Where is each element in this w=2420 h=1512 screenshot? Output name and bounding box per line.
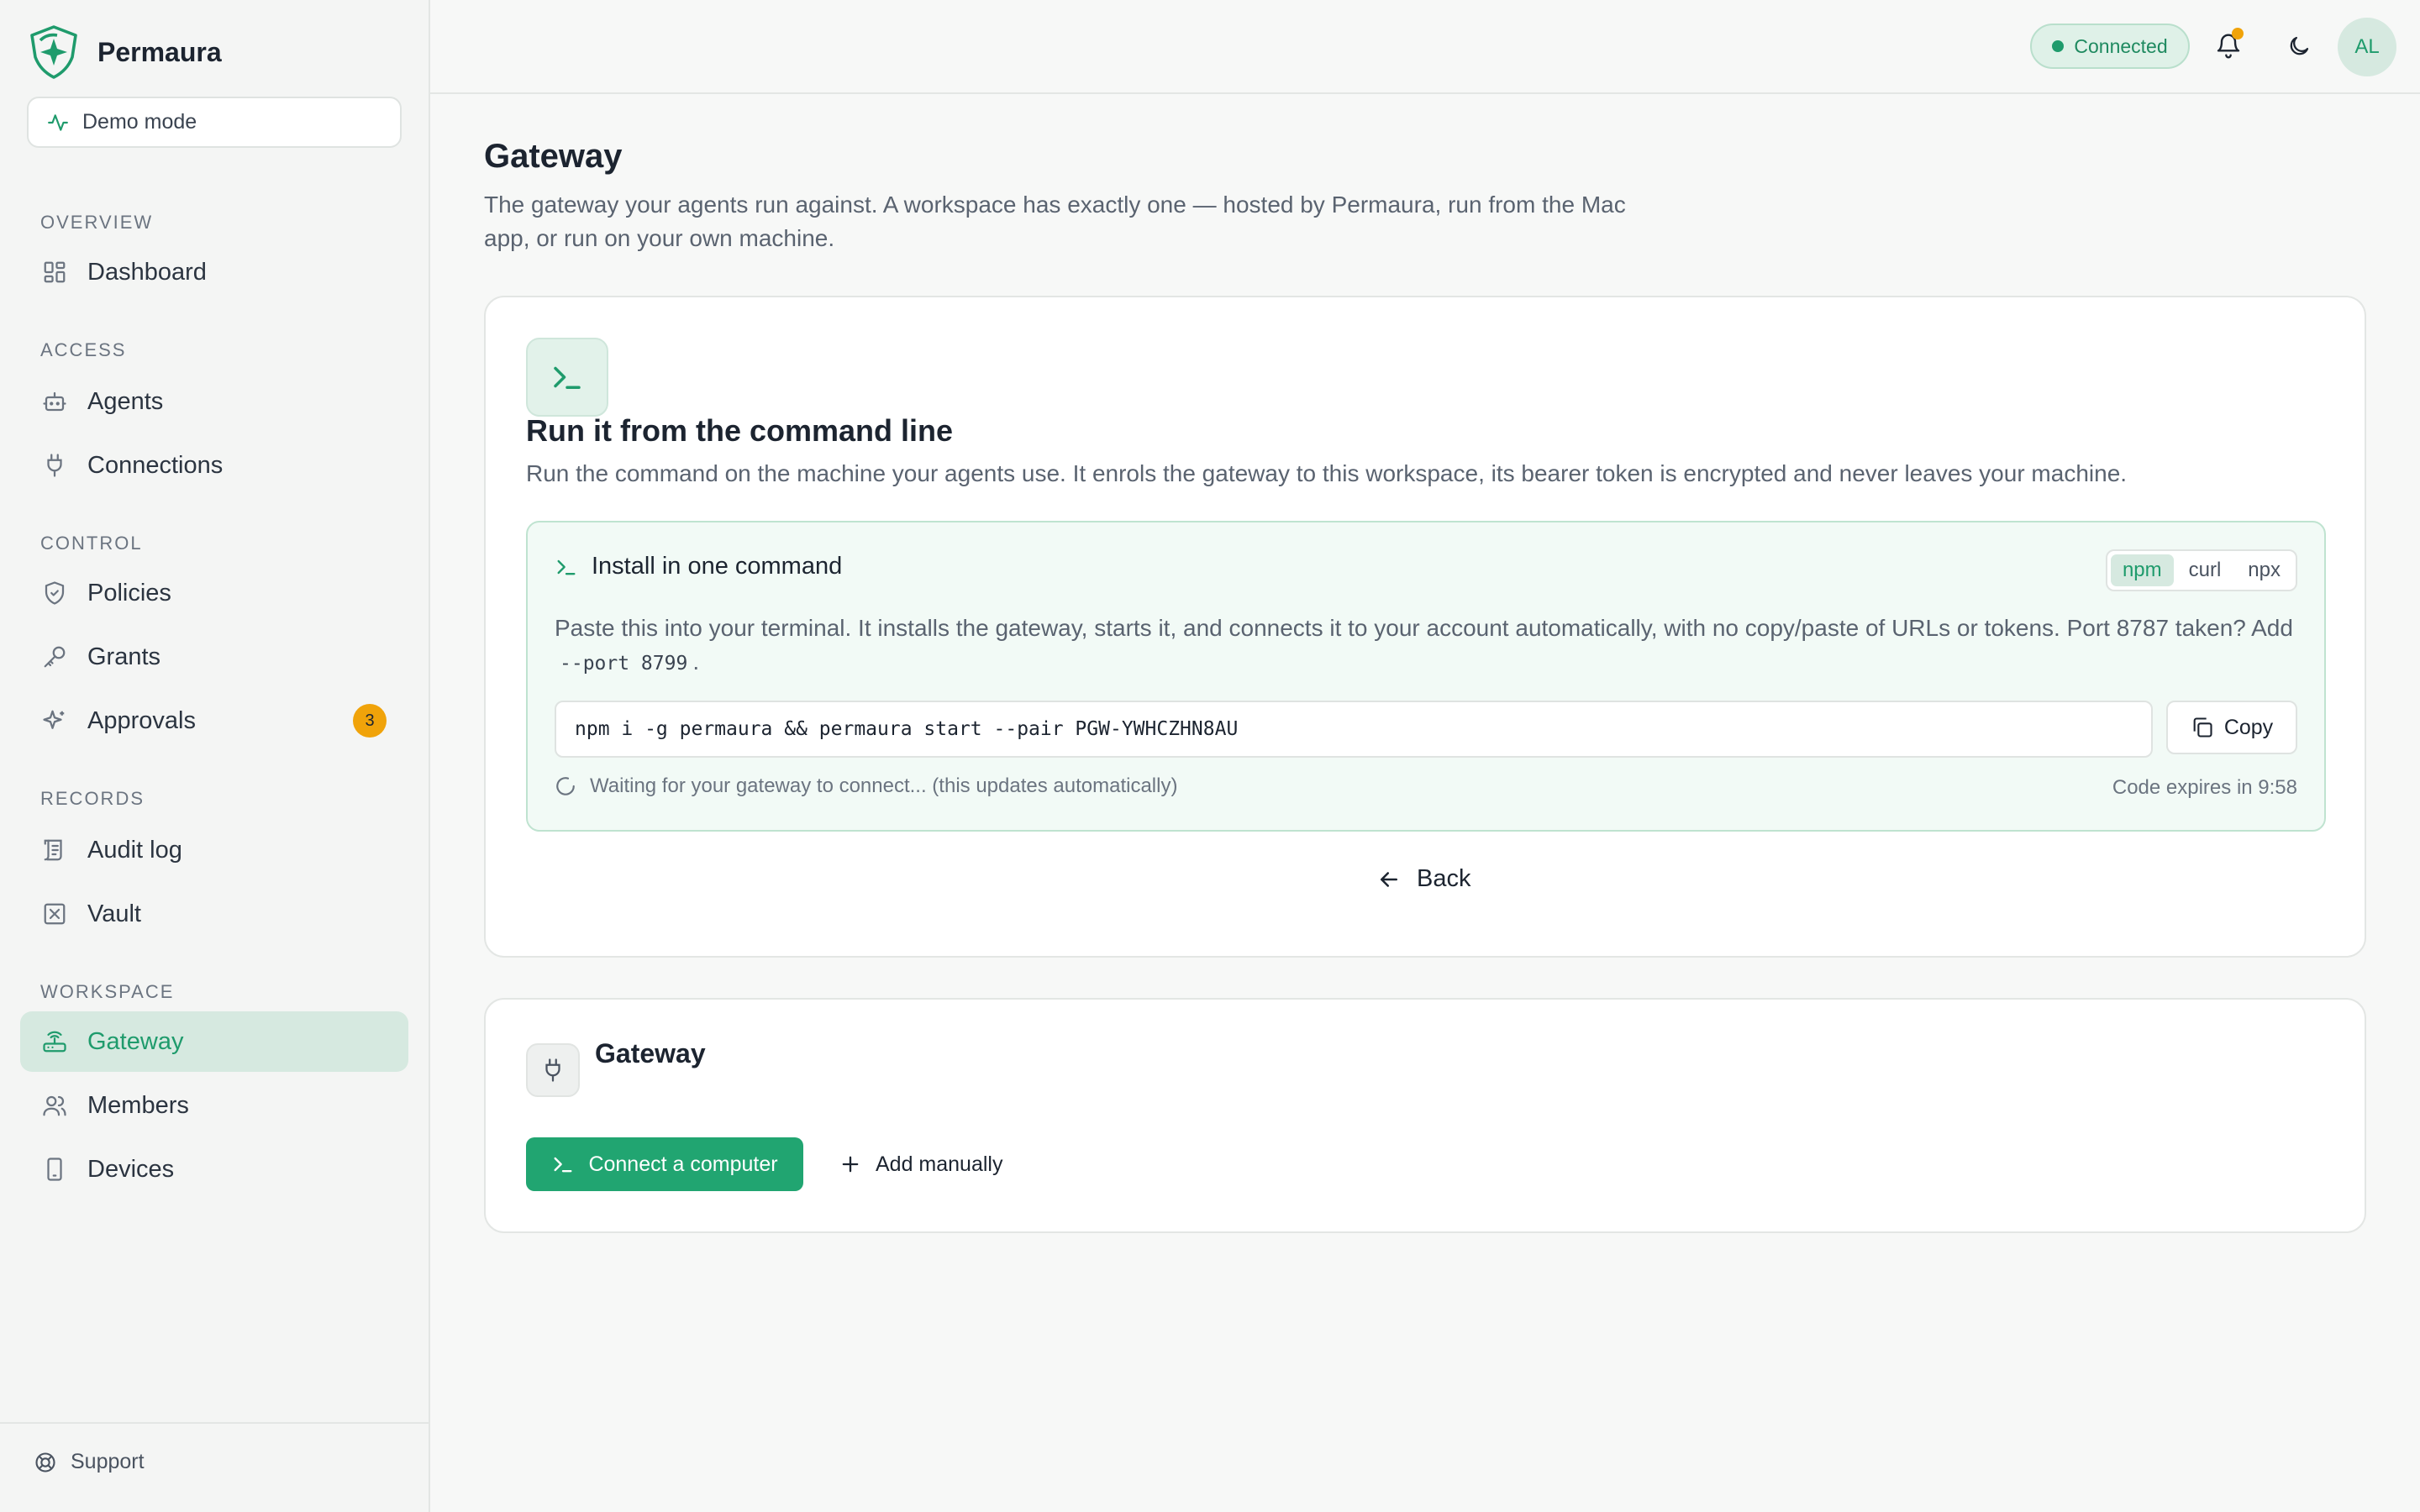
scroll-icon [42, 837, 67, 863]
add-manually-button[interactable]: Add manually [839, 1137, 1002, 1191]
notification-dot [2232, 28, 2244, 39]
sidebar-item-connections[interactable]: Connections [20, 435, 408, 496]
sidebar-item-label: Policies [87, 579, 171, 606]
notifications-button[interactable] [2208, 26, 2249, 66]
port-flag-code: --port 8799 [560, 653, 688, 675]
sidebar: Permaura Demo mode OVERVIEW Dashboard AC… [0, 0, 430, 1512]
brand[interactable]: Permaura [25, 24, 222, 81]
gateway-card-title: Gateway [595, 1038, 706, 1068]
sidebar-item-audit-log[interactable]: Audit log [20, 820, 408, 880]
router-icon [42, 1029, 67, 1054]
terminal-icon [551, 1152, 575, 1176]
users-icon [42, 1093, 67, 1118]
sidebar-item-label: Devices [87, 1155, 175, 1183]
cli-card-title: Run it from the command line [526, 413, 954, 448]
plug-icon [540, 1058, 566, 1083]
add-manually-label: Add manually [876, 1152, 1003, 1176]
gateway-card: Gateway Connect a computer Add manually [484, 998, 2366, 1233]
arrow-left-icon [1376, 867, 1402, 892]
terminal-icon [550, 360, 585, 395]
waiting-label: Waiting for your gateway to connect... (… [590, 774, 1178, 797]
copy-button[interactable]: Copy [2166, 701, 2297, 754]
nav-section-workspace: WORKSPACE [40, 981, 175, 1002]
code-expiry: Code expires in 9:58 [2112, 776, 2297, 799]
vault-icon [42, 901, 67, 927]
topbar: Connected AL [430, 0, 2420, 94]
brand-name: Permaura [97, 36, 222, 67]
theme-toggle-button[interactable] [2279, 26, 2319, 66]
spinner-icon [555, 775, 576, 797]
sidebar-item-label: Dashboard [87, 258, 207, 286]
nav-section-records: RECORDS [40, 788, 145, 809]
sidebar-item-dashboard[interactable]: Dashboard [20, 242, 408, 302]
install-description: Paste this into your terminal. It instal… [555, 612, 2302, 680]
nav-section-access: ACCESS [40, 339, 127, 360]
back-button[interactable]: Back [1376, 865, 1470, 893]
cli-card: Run it from the command line Run the com… [484, 296, 2366, 958]
plug-tile [526, 1043, 580, 1097]
moon-icon [2286, 34, 2312, 59]
demo-mode-label: Demo mode [82, 110, 197, 134]
support-link[interactable]: Support [34, 1450, 145, 1474]
command-field[interactable]: npm i -g permaura && permaura start --pa… [555, 701, 2153, 758]
nav-section-control: CONTROL [40, 533, 143, 554]
sidebar-item-label: Vault [87, 900, 141, 927]
permaura-logo-icon [25, 24, 82, 81]
sidebar-item-label: Gateway [87, 1027, 184, 1055]
bot-icon [42, 389, 67, 414]
smartphone-icon [42, 1157, 67, 1182]
sidebar-item-agents[interactable]: Agents [20, 371, 408, 432]
sidebar-item-policies[interactable]: Policies [20, 563, 408, 623]
tab-curl[interactable]: curl [2177, 554, 2233, 586]
sidebar-item-label: Connections [87, 451, 224, 479]
page-title: Gateway [484, 138, 623, 175]
package-manager-tabs: npm curl npx [2105, 549, 2297, 591]
cli-card-subtitle: Run the command on the machine your agen… [526, 460, 2128, 486]
sparkles-icon [42, 708, 67, 733]
sidebar-item-label: Grants [87, 643, 161, 670]
sidebar-item-approvals[interactable]: Approvals 3 [20, 690, 408, 751]
plug-icon [42, 453, 67, 478]
sidebar-item-label: Agents [87, 387, 164, 415]
install-title: Install in one command [592, 553, 843, 580]
nav-section-overview: OVERVIEW [40, 212, 154, 233]
activity-icon [47, 112, 69, 134]
connection-status-badge: Connected [2030, 24, 2190, 69]
copy-icon [2191, 716, 2214, 739]
waiting-status: Waiting for your gateway to connect... (… [555, 774, 1177, 798]
back-label: Back [1417, 865, 1471, 892]
approvals-count-badge: 3 [353, 704, 387, 738]
key-icon [42, 644, 67, 669]
terminal-tile [526, 338, 608, 417]
connection-status-label: Connected [2074, 34, 2168, 57]
avatar[interactable]: AL [2338, 18, 2396, 76]
shield-check-icon [42, 580, 67, 606]
install-description-text: Paste this into your terminal. It instal… [555, 615, 2293, 641]
status-dot [2052, 40, 2065, 52]
connect-computer-label: Connect a computer [588, 1152, 778, 1176]
tab-npx[interactable]: npx [2236, 554, 2292, 586]
sidebar-item-label: Approvals [87, 706, 196, 734]
demo-mode-button[interactable]: Demo mode [27, 97, 402, 148]
sidebar-item-label: Audit log [87, 836, 182, 864]
dashboard-icon [42, 260, 67, 285]
tab-npm[interactable]: npm [2110, 554, 2174, 586]
page-description: The gateway your agents run against. A w… [484, 192, 1626, 251]
sidebar-divider [0, 1422, 429, 1424]
terminal-icon [555, 555, 578, 579]
install-header: Install in one command [555, 553, 842, 580]
support-label: Support [71, 1450, 145, 1473]
sidebar-item-gateway[interactable]: Gateway [20, 1011, 408, 1072]
connect-computer-button[interactable]: Connect a computer [526, 1137, 803, 1191]
sidebar-item-label: Members [87, 1091, 189, 1119]
sidebar-item-members[interactable]: Members [20, 1075, 408, 1136]
sidebar-item-vault[interactable]: Vault [20, 884, 408, 944]
life-buoy-icon [34, 1451, 57, 1474]
plus-icon [839, 1152, 862, 1176]
copy-label: Copy [2223, 715, 2274, 739]
install-description-end: . [692, 648, 700, 675]
sidebar-item-grants[interactable]: Grants [20, 627, 408, 687]
install-panel: Install in one command npm curl npx Past… [526, 521, 2326, 832]
sidebar-item-devices[interactable]: Devices [20, 1139, 408, 1200]
